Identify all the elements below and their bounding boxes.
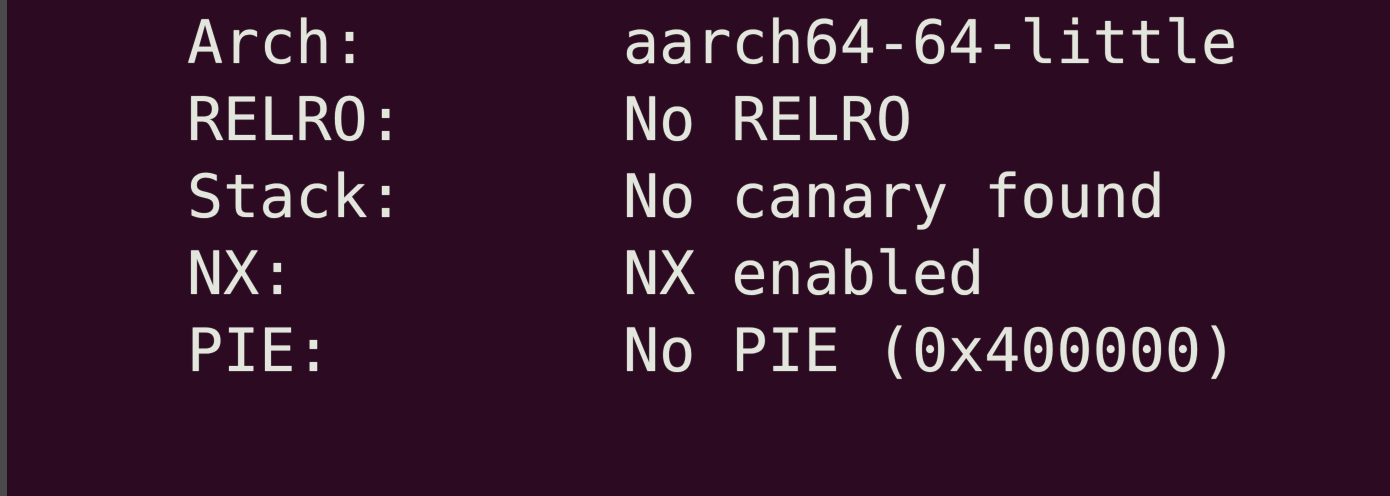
relro-value: No RELRO: [623, 84, 912, 155]
stack-value: No canary found: [623, 161, 1165, 232]
arch-value: aarch64-64-little: [623, 7, 1238, 78]
relro-label: RELRO:: [187, 84, 404, 155]
arch-label: Arch:: [187, 7, 368, 78]
terminal-window[interactable]: Arch: aarch64-64-little RELRO: No RELRO St…: [0, 0, 1390, 496]
checksec-row-pie: PIE: No PIE (0x400000): [187, 312, 1237, 389]
stack-label: Stack:: [187, 161, 404, 232]
checksec-row-stack: Stack: No canary found: [187, 158, 1237, 235]
checksec-row-arch: Arch: aarch64-64-little: [187, 4, 1237, 81]
nx-label: NX:: [187, 238, 296, 309]
pie-label: PIE:: [187, 315, 332, 386]
nx-value: NX enabled: [623, 238, 985, 309]
pie-value: No PIE (0x400000): [623, 315, 1238, 386]
checksec-row-nx: NX: NX enabled: [187, 235, 1237, 312]
checksec-output: Arch: aarch64-64-little RELRO: No RELRO St…: [187, 4, 1237, 389]
checksec-row-relro: RELRO: No RELRO: [187, 81, 1237, 158]
